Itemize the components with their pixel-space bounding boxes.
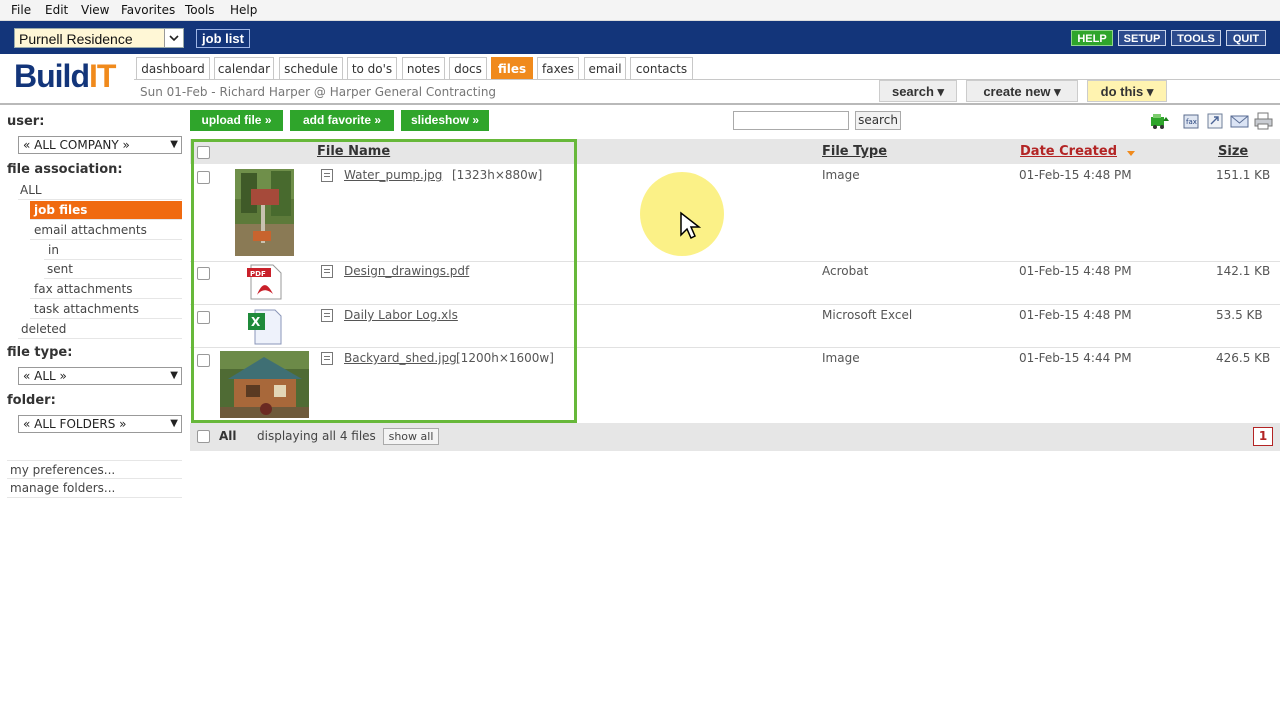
- assoc-item-sent[interactable]: sent: [44, 260, 182, 279]
- folder-select-value: « ALL FOLDERS »: [23, 417, 127, 431]
- help-button[interactable]: HELP: [1071, 30, 1113, 46]
- menu-edit[interactable]: Edit: [45, 3, 68, 17]
- menu-favorites[interactable]: Favorites: [121, 3, 175, 17]
- date-created: 01-Feb-15 4:48 PM: [1019, 168, 1132, 182]
- display-count: displaying all 4 files: [257, 429, 376, 443]
- file-size: 426.5 KB: [1216, 351, 1271, 365]
- menu-file[interactable]: File: [11, 3, 31, 17]
- show-all-button[interactable]: show all: [383, 428, 439, 445]
- chevron-down-icon: ▼: [170, 370, 178, 381]
- logo-text-build: Build: [14, 58, 90, 94]
- tab-todos[interactable]: to do's: [347, 57, 397, 79]
- divider: [0, 103, 1280, 105]
- date-created: 01-Feb-15 4:48 PM: [1019, 264, 1132, 278]
- file-type-label: file type:: [7, 345, 73, 360]
- file-type: Image: [822, 351, 860, 365]
- chevron-down-icon[interactable]: [164, 29, 183, 47]
- file-size: 53.5 KB: [1216, 308, 1263, 322]
- setup-button[interactable]: SETUP: [1118, 30, 1166, 46]
- all-label: All: [219, 429, 237, 443]
- tab-faxes[interactable]: faxes: [537, 57, 579, 79]
- file-type: Image: [822, 168, 860, 182]
- user-select[interactable]: « ALL COMPANY » ▼: [18, 136, 182, 154]
- user-label: user:: [7, 114, 45, 129]
- mouse-pointer-icon: [679, 211, 702, 244]
- file-size: 142.1 KB: [1216, 264, 1271, 278]
- file-type: Acrobat: [822, 264, 869, 278]
- file-association-label: file association:: [7, 162, 123, 177]
- sort-desc-icon: [1126, 147, 1136, 161]
- user-select-value: « ALL COMPANY »: [23, 138, 130, 152]
- highlight-frame: [191, 139, 577, 423]
- move-files-icon[interactable]: [1150, 112, 1170, 130]
- date-created: 01-Feb-15 4:44 PM: [1019, 351, 1132, 365]
- assoc-item-email-attachments[interactable]: email attachments: [30, 221, 182, 240]
- email-icon[interactable]: [1230, 112, 1250, 130]
- add-favorite-button[interactable]: add favorite »: [290, 110, 394, 131]
- tab-schedule[interactable]: schedule: [279, 57, 343, 79]
- select-all-bottom-checkbox[interactable]: [197, 430, 210, 443]
- svg-text:fax: fax: [1186, 118, 1197, 126]
- slideshow-button[interactable]: slideshow »: [401, 110, 489, 131]
- export-icon[interactable]: [1206, 112, 1226, 130]
- my-preferences-link[interactable]: my preferences...: [7, 460, 182, 479]
- do-this-dropdown[interactable]: do this ▾: [1087, 80, 1167, 102]
- fax-icon[interactable]: fax: [1182, 112, 1202, 130]
- tab-email[interactable]: email: [584, 57, 626, 79]
- file-type-select[interactable]: « ALL » ▼: [18, 367, 182, 385]
- search-input[interactable]: [733, 111, 849, 130]
- menu-help[interactable]: Help: [230, 3, 257, 17]
- job-select[interactable]: Purnell Residence: [14, 28, 184, 48]
- folder-select[interactable]: « ALL FOLDERS » ▼: [18, 415, 182, 433]
- buildit-logo: BuildIT: [14, 58, 124, 98]
- search-button[interactable]: search: [855, 111, 901, 130]
- assoc-item-task-attachments[interactable]: task attachments: [30, 300, 182, 319]
- tab-notes[interactable]: notes: [402, 57, 445, 79]
- page-1-button[interactable]: 1: [1253, 427, 1273, 446]
- column-date-created[interactable]: Date Created: [1020, 144, 1117, 159]
- tab-files[interactable]: files: [491, 57, 533, 79]
- assoc-item-job-files[interactable]: job files: [30, 201, 182, 220]
- date-created: 01-Feb-15 4:48 PM: [1019, 308, 1132, 322]
- tab-calendar[interactable]: calendar: [214, 57, 274, 79]
- assoc-item-in[interactable]: in: [44, 241, 182, 260]
- session-info: Sun 01-Feb - Richard Harper @ Harper Gen…: [140, 85, 497, 99]
- column-size[interactable]: Size: [1218, 144, 1248, 159]
- file-type-value: « ALL »: [23, 369, 67, 383]
- chevron-down-icon: ▼: [170, 418, 178, 429]
- menu-bar: File Edit View Favorites Tools Help: [0, 0, 1280, 21]
- folder-label: folder:: [7, 393, 56, 408]
- search-dropdown[interactable]: search ▾: [879, 80, 957, 102]
- tab-dashboard[interactable]: dashboard: [136, 57, 210, 79]
- assoc-item-deleted[interactable]: deleted: [18, 320, 182, 339]
- manage-folders-link[interactable]: manage folders...: [7, 479, 182, 498]
- file-size: 151.1 KB: [1216, 168, 1271, 182]
- tab-contacts[interactable]: contacts: [630, 57, 693, 79]
- menu-view[interactable]: View: [81, 3, 109, 17]
- logo-text-it: IT: [88, 58, 116, 94]
- chevron-down-icon: ▼: [170, 139, 178, 150]
- tools-button[interactable]: TOOLS: [1171, 30, 1221, 46]
- create-new-dropdown[interactable]: create new ▾: [966, 80, 1078, 102]
- job-select-value: Purnell Residence: [19, 31, 133, 47]
- file-type: Microsoft Excel: [822, 308, 913, 322]
- menu-tools[interactable]: Tools: [185, 3, 215, 17]
- column-file-type[interactable]: File Type: [822, 144, 887, 159]
- print-icon[interactable]: [1254, 112, 1274, 130]
- tab-docs[interactable]: docs: [449, 57, 487, 79]
- assoc-item-all[interactable]: ALL: [18, 181, 182, 200]
- upload-file-button[interactable]: upload file »: [190, 110, 283, 131]
- job-list-button[interactable]: job list: [196, 29, 250, 48]
- assoc-item-fax-attachments[interactable]: fax attachments: [30, 280, 182, 299]
- quit-button[interactable]: QUIT: [1226, 30, 1266, 46]
